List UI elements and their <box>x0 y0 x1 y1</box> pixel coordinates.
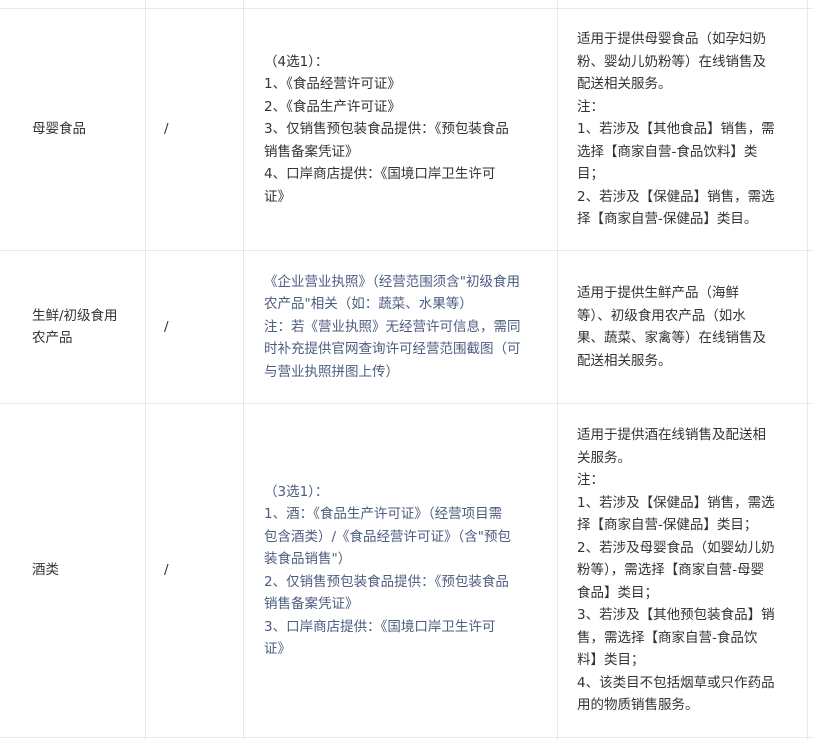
description-line: 择【商家自营-保健品】类目。 <box>577 211 758 228</box>
description-line: 配送相关服务。 <box>577 352 672 369</box>
subcategory-cell: / <box>145 251 243 403</box>
qualification-line: 《企业营业执照》（经营范围须含"初级食用 <box>264 273 520 290</box>
qualification-line: 证》 <box>264 188 291 205</box>
qualification-line: 装食品销售"） <box>264 551 352 567</box>
description-line: 适用于提供生鲜产品（海鲜 <box>577 285 739 301</box>
table-row: 生鲜/初级食用 农产品 / 《企业营业执照》（经营范围须含"初级食用 农产品"相… <box>0 251 813 403</box>
subcategory-value: / <box>164 121 169 138</box>
description-line: 等）、初级食用农产品（如水 <box>577 307 746 324</box>
description-line: 食品】类目； <box>577 584 658 601</box>
subcategory-cell: / <box>145 404 243 737</box>
qualification-line: 证》 <box>264 641 291 657</box>
description-line: 2、若涉及母婴食品（如婴幼儿奶 <box>577 539 775 556</box>
table-row: 母婴食品 / （4选1）： 1、《食品经营许可证》 2、《食品生产许可证》 3、… <box>0 9 813 250</box>
qualification-line: 3、口岸商店提供：《国境口岸卫生许可 <box>264 618 496 635</box>
description-line: 适用于提供母婴食品（如孕妇奶 <box>577 31 766 48</box>
description-line: 适用于提供酒在线销售及配送相 <box>577 427 766 444</box>
description-line: 料】类目； <box>577 652 645 669</box>
qualification-line: 包含酒类）/《食品经营许可证》（含"预包 <box>264 528 512 545</box>
description-line: 用的物质销售服务。 <box>577 697 699 714</box>
qualification-line: 注：若《营业执照》无经营许可信息，需同 <box>264 318 521 335</box>
description-line: 粉等），需选择【商家自营-母婴 <box>577 562 765 579</box>
category-name: 酒类 <box>32 562 59 579</box>
row-divider <box>0 737 813 738</box>
qualification-line: （4选1）： <box>264 53 329 70</box>
category-cell: 生鲜/初级食用 农产品 <box>0 251 145 403</box>
qualification-line: 时补充提供官网查询许可经营范围截图（可 <box>264 341 521 358</box>
description-line: 配送相关服务。 <box>577 76 672 93</box>
qualification-line: 4、口岸商店提供：《国境口岸卫生许可 <box>264 166 496 183</box>
category-name: 生鲜/初级食用 <box>32 307 118 324</box>
qualification-line: 3、仅销售预包装食品提供：《预包装食品 <box>264 121 509 138</box>
qualification-line: 销售备案凭证》 <box>264 596 359 612</box>
qualification-cell: （4选1）： 1、《食品经营许可证》 2、《食品生产许可证》 3、仅销售预包装食… <box>243 9 557 250</box>
description-line: 4、该类目不包括烟草或只作药品 <box>577 674 775 691</box>
description-line: 售，需选择【商家自营-食品饮 <box>577 629 758 646</box>
subcategory-value: / <box>164 318 169 335</box>
description-line: 2、若涉及【保健品】销售，需选 <box>577 188 775 205</box>
qualification-line: 与营业执照拼图上传） <box>264 363 399 380</box>
description-line: 1、若涉及【其他食品】销售，需 <box>577 121 775 138</box>
qualification-cell: （3选1）： 1、酒：《食品生产许可证》（经营项目需 包含酒类）/《食品经营许可… <box>243 404 557 737</box>
description-cell: 适用于提供酒在线销售及配送相 关服务。 注： 1、若涉及【保健品】销售，需选 择… <box>557 404 807 737</box>
qualification-line: 农产品"相关（如：蔬菜、水果等） <box>264 296 473 313</box>
category-qualification-table: 母婴食品 / （4选1）： 1、《食品经营许可证》 2、《食品生产许可证》 3、… <box>0 0 813 740</box>
description-line: 粉、婴幼儿奶粉等）在线销售及 <box>577 53 766 70</box>
description-line: 目； <box>577 166 604 183</box>
category-name: 农产品 <box>32 330 73 346</box>
description-line: 3、若涉及【其他预包装食品】销 <box>577 607 775 624</box>
category-cell: 酒类 <box>0 404 145 737</box>
qualification-line: 销售备案凭证》 <box>264 143 359 160</box>
qualification-cell: 《企业营业执照》（经营范围须含"初级食用 农产品"相关（如：蔬菜、水果等） 注：… <box>243 251 557 403</box>
category-name: 母婴食品 <box>32 121 86 138</box>
subcategory-value: / <box>164 562 169 579</box>
description-line: 注： <box>577 98 604 115</box>
description-cell: 适用于提供母婴食品（如孕妇奶 粉、婴幼儿奶粉等）在线销售及 配送相关服务。 注：… <box>557 9 807 250</box>
description-line: 关服务。 <box>577 449 631 466</box>
description-line: 注： <box>577 472 604 489</box>
category-cell: 母婴食品 <box>0 9 145 250</box>
subcategory-cell: / <box>145 9 243 250</box>
description-line: 1、若涉及【保健品】销售，需选 <box>577 494 775 511</box>
description-line: 择【商家自营-保健品】类目； <box>577 517 758 534</box>
table-row: 酒类 / （3选1）： 1、酒：《食品生产许可证》（经营项目需 包含酒类）/《食… <box>0 404 813 737</box>
qualification-line: 2、《食品生产许可证》 <box>264 98 401 115</box>
qualification-line: 1、《食品经营许可证》 <box>264 76 401 93</box>
description-line: 果、蔬菜、家禽等）在线销售及 <box>577 330 766 346</box>
qualification-line: 1、酒：《食品生产许可证》（经营项目需 <box>264 506 503 522</box>
description-line: 选择【商家自营-食品饮料】类 <box>577 143 758 160</box>
description-cell: 适用于提供生鲜产品（海鲜 等）、初级食用农产品（如水 果、蔬菜、家禽等）在线销售… <box>557 251 807 403</box>
qualification-line: （3选1）： <box>264 483 329 500</box>
qualification-line: 2、仅销售预包装食品提供：《预包装食品 <box>264 573 509 590</box>
